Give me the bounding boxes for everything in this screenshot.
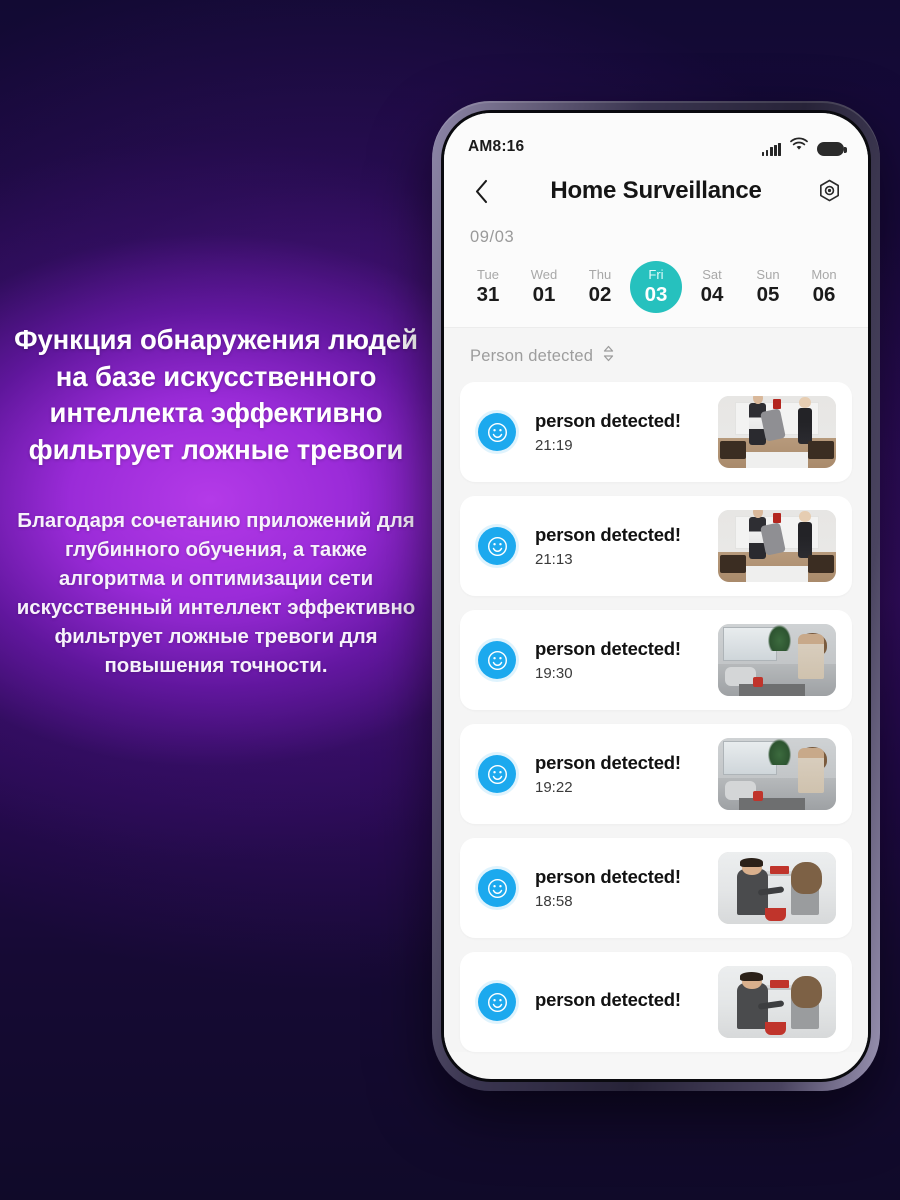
event-thumbnail[interactable] [718, 396, 836, 468]
event-time: 21:13 [535, 551, 573, 568]
event-text: person detected! 19:22 [516, 752, 718, 796]
smiley-face-icon [478, 527, 516, 565]
event-time: 21:19 [535, 437, 573, 454]
day-cell-tue[interactable]: Tue 31 [462, 261, 514, 313]
battery-icon [817, 142, 847, 156]
day-number: 03 [644, 282, 668, 306]
event-title: person detected! [535, 638, 681, 659]
day-selector[interactable]: Tue 31 Wed 01 Thu 02 Fri 03 Sat 04 Sun 0… [444, 261, 868, 313]
day-dow: Fri [648, 266, 664, 282]
month-label: 09/03 [470, 228, 515, 246]
event-title: person detected! [535, 752, 681, 773]
settings-button[interactable] [812, 174, 846, 208]
event-text: person detected! 21:19 [516, 410, 718, 454]
page-title: Home Surveillance [550, 177, 762, 204]
day-dow: Sun [756, 266, 780, 282]
signal-bars-icon [761, 142, 781, 156]
day-number: 06 [812, 282, 836, 306]
thumbnail-scene-pillow-fight [718, 510, 836, 582]
event-row[interactable]: person detected! 21:19 [460, 382, 852, 482]
promo-headline: Функция обнаружения людей на базе искусс… [14, 324, 418, 465]
wifi-icon [790, 137, 808, 156]
event-time: 19:22 [535, 779, 573, 796]
thumbnail-scene-sofa [718, 624, 836, 696]
thumbnail-scene-sofa [718, 738, 836, 810]
event-row[interactable]: person detected! [460, 952, 852, 1052]
event-thumbnail[interactable] [718, 852, 836, 924]
day-dow: Tue [477, 266, 499, 282]
day-cell-wed[interactable]: Wed 01 [518, 261, 570, 313]
thumbnail-scene-kitchen [718, 852, 836, 924]
event-row[interactable]: person detected! 18:58 [460, 838, 852, 938]
day-cell-fri-selected[interactable]: Fri 03 [630, 261, 682, 313]
event-text: person detected! 21:13 [516, 524, 718, 568]
event-title: person detected! [535, 866, 681, 887]
status-icons [761, 137, 847, 156]
event-list: person detected! 21:19 person detected! … [444, 382, 868, 1052]
day-number: 05 [756, 282, 780, 306]
phone-screen: AM8:16 Home Surveillance 09/03 Tue 31 We… [444, 113, 868, 1079]
day-number: 04 [700, 282, 724, 306]
promo-text-block: Функция обнаружения людей на базе искусс… [0, 322, 432, 681]
thumbnail-scene-kitchen [718, 966, 836, 1038]
event-row[interactable]: person detected! 19:30 [460, 610, 852, 710]
event-thumbnail[interactable] [718, 966, 836, 1038]
status-clock: AM8:16 [468, 138, 525, 155]
day-dow: Thu [588, 266, 612, 282]
event-title: person detected! [535, 410, 681, 431]
event-text: person detected! [516, 989, 718, 1016]
phone-mockup: AM8:16 Home Surveillance 09/03 Tue 31 We… [432, 101, 880, 1091]
event-title: person detected! [535, 524, 681, 545]
phone-bezel: AM8:16 Home Surveillance 09/03 Tue 31 We… [441, 110, 871, 1082]
day-cell-thu[interactable]: Thu 02 [574, 261, 626, 313]
day-dow: Mon [811, 266, 837, 282]
event-thumbnail[interactable] [718, 510, 836, 582]
smiley-face-icon [478, 641, 516, 679]
status-bar: AM8:16 [444, 113, 868, 160]
filter-label[interactable]: Person detected [470, 347, 593, 366]
event-row[interactable]: person detected! 21:13 [460, 496, 852, 596]
thumbnail-scene-pillow-fight [718, 396, 836, 468]
event-text: person detected! 18:58 [516, 866, 718, 910]
back-button[interactable] [466, 176, 496, 206]
event-title: person detected! [535, 988, 681, 1010]
event-time: 19:30 [535, 665, 573, 682]
smiley-face-icon [478, 413, 516, 451]
day-number: 01 [532, 282, 556, 306]
smiley-face-icon [478, 755, 516, 793]
event-thumbnail[interactable] [718, 738, 836, 810]
app-header: Home Surveillance [444, 160, 868, 222]
day-dow: Sat [702, 266, 722, 282]
day-cell-sun[interactable]: Sun 05 [742, 261, 794, 313]
event-text: person detected! 19:30 [516, 638, 718, 682]
date-strip: 09/03 Tue 31 Wed 01 Thu 02 Fri 03 Sat 04… [444, 222, 868, 327]
day-cell-sat[interactable]: Sat 04 [686, 261, 738, 313]
event-thumbnail[interactable] [718, 624, 836, 696]
event-time: 18:58 [535, 893, 573, 910]
smiley-face-icon [478, 983, 516, 1021]
day-number: 31 [476, 282, 500, 306]
event-row[interactable]: person detected! 19:22 [460, 724, 852, 824]
day-number: 02 [588, 282, 612, 306]
filter-bar[interactable]: Person detected [444, 328, 868, 382]
promo-body: Благодаря сочетанию приложений для глуби… [16, 510, 416, 678]
day-cell-mon[interactable]: Mon 06 [798, 261, 850, 313]
smiley-face-icon [478, 869, 516, 907]
sort-updown-icon[interactable] [602, 345, 615, 367]
day-dow: Wed [530, 266, 558, 282]
